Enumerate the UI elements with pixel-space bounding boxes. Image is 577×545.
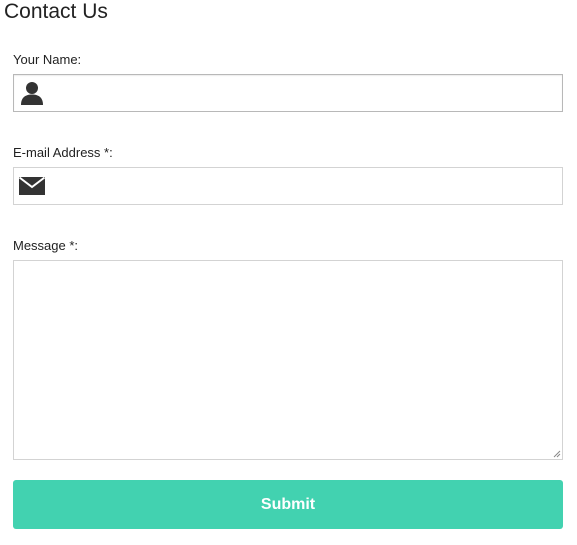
email-field[interactable] — [13, 167, 563, 205]
envelope-icon — [14, 168, 50, 204]
email-label: E-mail Address *: — [13, 145, 113, 160]
resize-handle-icon[interactable] — [552, 449, 561, 458]
submit-button[interactable]: Submit — [13, 480, 563, 529]
name-input[interactable] — [50, 75, 562, 111]
name-field[interactable] — [13, 74, 563, 112]
email-input[interactable] — [50, 168, 562, 204]
page-title: Contact Us — [4, 0, 108, 23]
message-field[interactable] — [13, 260, 563, 460]
name-label: Your Name: — [13, 52, 82, 67]
message-label: Message *: — [13, 238, 79, 253]
user-icon — [14, 75, 50, 111]
message-textarea[interactable] — [14, 261, 562, 459]
